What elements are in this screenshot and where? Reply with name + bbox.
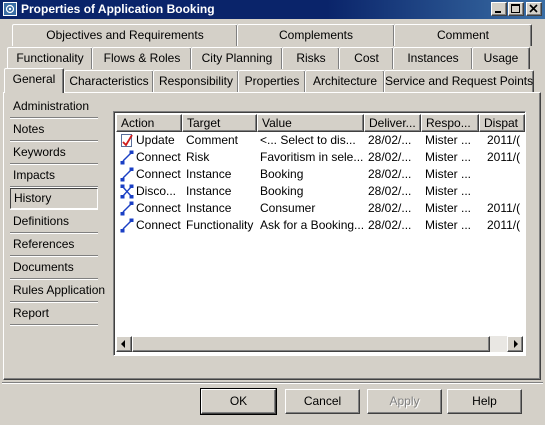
- horizontal-scrollbar[interactable]: [116, 336, 523, 352]
- cell-dispatched: 2011/(: [487, 150, 521, 164]
- apply-button[interactable]: Apply: [367, 389, 442, 414]
- connect-icon: [120, 150, 134, 165]
- column-header-dispatched[interactable]: Dispat: [479, 114, 525, 132]
- scrollbar-thumb[interactable]: [132, 336, 490, 352]
- cell-dispatched: [487, 166, 524, 183]
- minimize-icon[interactable]: [491, 2, 507, 16]
- cell-action: Connect: [136, 218, 181, 232]
- cell-target: Risk: [186, 150, 210, 164]
- table-row[interactable]: Connect Instance Consumer 28/02/... Mist…: [116, 200, 524, 217]
- cell-delivered: 28/02/...: [368, 201, 412, 215]
- cell-action: Connect: [136, 201, 181, 215]
- connect-icon: [120, 201, 134, 216]
- tab-properties[interactable]: Properties: [238, 70, 306, 92]
- cell-target: Comment: [186, 133, 239, 147]
- cell-target: Instance: [186, 167, 232, 181]
- sidebar-item-administration[interactable]: Administration: [10, 97, 98, 118]
- cell-value: Consumer: [260, 201, 316, 215]
- separator: [2, 382, 543, 384]
- sidebar-item-keywords[interactable]: Keywords: [10, 143, 98, 164]
- table-row[interactable]: Update Comment <... Select to dis... 28/…: [116, 132, 524, 149]
- cell-delivered: 28/02/...: [368, 167, 412, 181]
- cell-delivered: 28/02/...: [368, 184, 412, 198]
- cell-dispatched: 2011/(: [487, 201, 521, 215]
- cell-action: Connect: [136, 150, 181, 164]
- maximize-icon[interactable]: [508, 2, 524, 16]
- cell-dispatched: 2011/(: [487, 218, 521, 232]
- cell-responsible: Mister ...: [425, 218, 472, 232]
- close-icon[interactable]: [526, 2, 542, 16]
- table-row[interactable]: Connect Functionality Ask for a Booking.…: [116, 217, 524, 234]
- cancel-button[interactable]: Cancel: [285, 389, 360, 414]
- cell-dispatched: [487, 183, 524, 200]
- help-button[interactable]: Help: [447, 389, 522, 414]
- title-bar[interactable]: Properties of Application Booking: [0, 0, 545, 19]
- cell-delivered: 28/02/...: [368, 150, 412, 164]
- history-list[interactable]: Action Target Value Deliver... Respo... …: [113, 111, 526, 356]
- tab-objectives-and-requirements[interactable]: Objectives and Requirements: [12, 24, 238, 46]
- table-row[interactable]: Disco... Instance Booking 28/02/... Mist…: [116, 183, 524, 200]
- cell-value: Favoritism in sele...: [260, 150, 364, 164]
- cell-responsible: Mister ...: [425, 167, 472, 181]
- sidebar-item-references[interactable]: References: [10, 235, 98, 256]
- cell-target: Functionality: [186, 218, 254, 232]
- window-title: Properties of Application Booking: [21, 2, 215, 16]
- sidebar-item-impacts[interactable]: Impacts: [10, 166, 98, 187]
- cell-responsible: Mister ...: [425, 150, 472, 164]
- sidebar-item-definitions[interactable]: Definitions: [10, 212, 98, 233]
- tab-city-planning[interactable]: City Planning: [191, 47, 283, 69]
- cell-action: Update: [136, 133, 175, 147]
- ok-button[interactable]: OK: [200, 388, 277, 415]
- connect-icon: [120, 167, 134, 182]
- connect-icon: [120, 218, 134, 233]
- column-header-action[interactable]: Action: [116, 114, 182, 132]
- cell-responsible: Mister ...: [425, 133, 472, 147]
- cell-delivered: 28/02/...: [368, 133, 412, 147]
- tab-general[interactable]: General: [4, 68, 64, 93]
- tab-instances[interactable]: Instances: [393, 47, 473, 69]
- column-header-value[interactable]: Value: [257, 114, 364, 132]
- tab-usage[interactable]: Usage: [472, 47, 530, 69]
- cell-delivered: 28/02/...: [368, 218, 412, 232]
- scroll-right-icon[interactable]: [507, 336, 523, 352]
- tab-responsibility[interactable]: Responsibility: [153, 70, 239, 92]
- cell-value: Booking: [260, 167, 304, 181]
- cell-dispatched: 2011/(: [487, 133, 521, 147]
- cell-action: Disco...: [136, 184, 177, 198]
- tab-service-and-request-points[interactable]: Service and Request Points: [384, 70, 534, 92]
- cell-value: Booking: [260, 184, 304, 198]
- cell-value: <... Select to dis...: [260, 133, 356, 147]
- update-icon: [121, 134, 133, 147]
- tab-risks[interactable]: Risks: [282, 47, 340, 69]
- tab-complements[interactable]: Complements: [237, 24, 395, 46]
- tab-flows-roles[interactable]: Flows & Roles: [92, 47, 192, 69]
- cell-value: Ask for a Booking...: [260, 218, 364, 232]
- table-row[interactable]: Connect Instance Booking 28/02/... Miste…: [116, 166, 524, 183]
- tab-architecture[interactable]: Architecture: [305, 70, 385, 92]
- column-header-responsible[interactable]: Respo...: [421, 114, 479, 132]
- cell-action: Connect: [136, 167, 181, 181]
- sidebar-item-rules-application[interactable]: Rules Application: [10, 281, 105, 302]
- tab-cost[interactable]: Cost: [339, 47, 394, 69]
- disconnect-icon: [120, 184, 134, 199]
- cell-target: Instance: [186, 201, 232, 215]
- sidebar-item-notes[interactable]: Notes: [10, 120, 98, 141]
- scroll-left-icon[interactable]: [116, 336, 132, 352]
- app-icon: [3, 2, 17, 16]
- sidebar-item-history[interactable]: History: [10, 188, 98, 209]
- column-header-target[interactable]: Target: [182, 114, 257, 132]
- sidebar-item-documents[interactable]: Documents: [10, 258, 98, 279]
- cell-target: Instance: [186, 184, 232, 198]
- table-row[interactable]: Connect Risk Favoritism in sele... 28/02…: [116, 149, 524, 166]
- column-header-delivered[interactable]: Deliver...: [364, 114, 421, 132]
- tab-comment[interactable]: Comment: [394, 24, 532, 46]
- sidebar-item-report[interactable]: Report: [10, 304, 98, 325]
- cell-responsible: Mister ...: [425, 184, 472, 198]
- tab-characteristics[interactable]: Characteristics: [64, 70, 154, 92]
- cell-responsible: Mister ...: [425, 201, 472, 215]
- tab-functionality[interactable]: Functionality: [7, 47, 93, 69]
